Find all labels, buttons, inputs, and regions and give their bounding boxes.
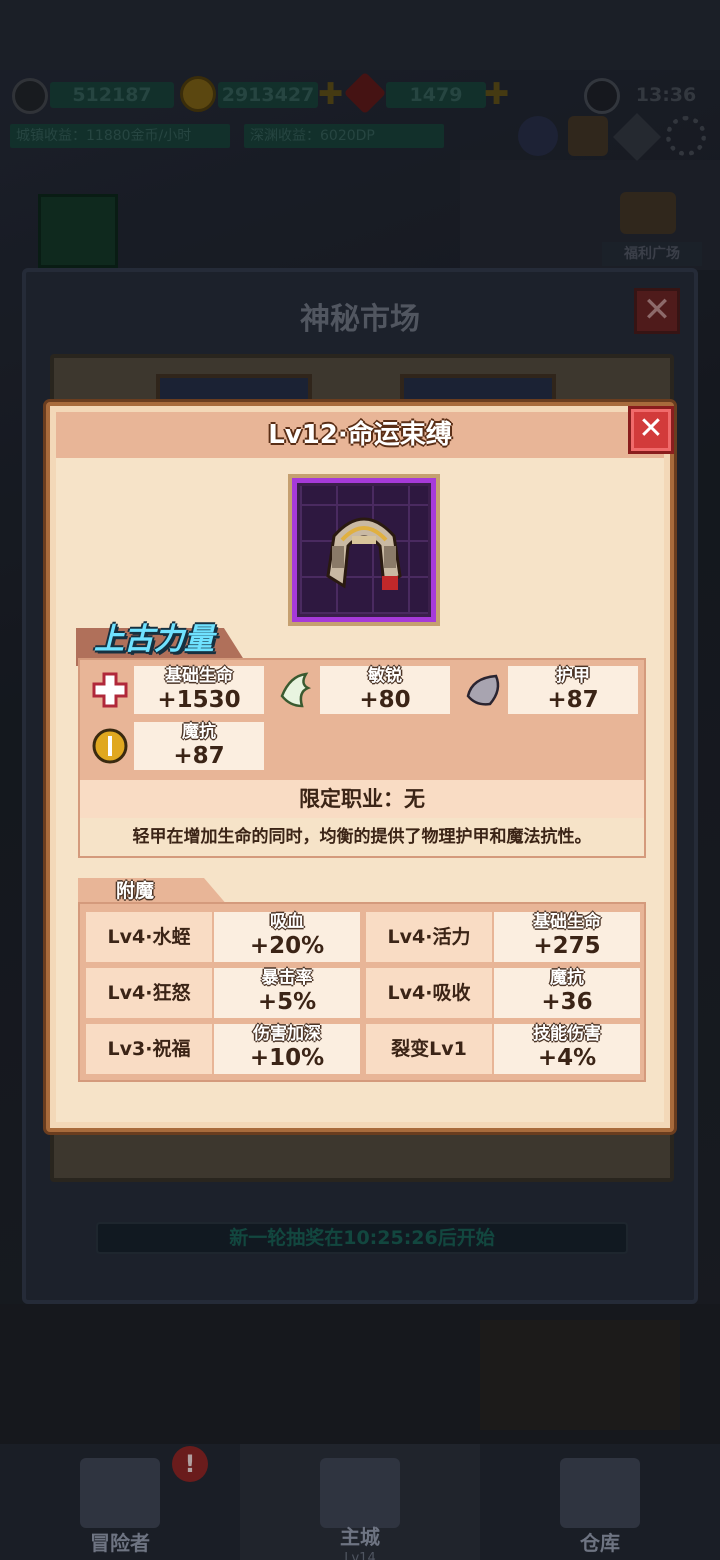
armor-icon [326, 517, 402, 590]
nav-main-city[interactable]: 主城 Lv14 [240, 1444, 480, 1560]
enchant-row: Lv4·狂怒 暴击率 +5% [86, 968, 362, 1018]
health-cross-icon [86, 666, 134, 714]
nav-main-city-label: 主城 [340, 1525, 380, 1549]
warehouse-icon [560, 1458, 640, 1528]
enchant-stat-cell: 暴击率 +5% [214, 968, 360, 1018]
enchant-box: Lv4·水蛭 吸血 +20% Lv4·活力 基础生命 +275 Lv4·狂怒 暴… [78, 902, 646, 1082]
popup-header: Lv12·命运束缚 [56, 412, 664, 458]
enchant-stat-value: +275 [533, 933, 601, 959]
stat-cell-magic-resist: 魔抗 +87 [134, 722, 264, 770]
enchant-stat-value: +10% [249, 1045, 325, 1071]
stat-name: 敏锐 [368, 666, 402, 686]
enchant-name: Lv4·水蛭 [86, 912, 212, 962]
item-tag: 上古力量 [94, 622, 214, 657]
enchant-stat-cell: 伤害加深 +10% [214, 1024, 360, 1074]
item-image-frame [288, 474, 440, 626]
enchant-stat-name: 基础生命 [533, 912, 601, 932]
armor-shield-icon [460, 666, 508, 714]
enchant-stat-name: 魔抗 [550, 968, 584, 988]
equipment-detail-popup: Lv12·命运束缚 ✕ 上古力量 基础生命 +1530 敏锐 +80 护甲 +8… [46, 402, 674, 1132]
enchant-name: Lv4·活力 [366, 912, 492, 962]
enchant-stat-cell: 技能伤害 +4% [494, 1024, 640, 1074]
enchant-stat-name: 吸血 [270, 912, 304, 932]
nav-main-city-level: Lv14 [344, 1551, 376, 1560]
enchant-name: Lv3·祝福 [86, 1024, 212, 1074]
enchant-name: Lv4·狂怒 [86, 968, 212, 1018]
enchant-stat-value: +36 [541, 989, 593, 1015]
enchant-stat-value: +5% [257, 989, 317, 1015]
enchant-stat-value: +4% [537, 1045, 597, 1071]
stat-value: +80 [359, 687, 411, 713]
enchant-row: Lv4·水蛭 吸血 +20% [86, 912, 362, 962]
enchant-stat-cell: 吸血 +20% [214, 912, 360, 962]
stat-value: +87 [173, 743, 225, 769]
item-description: 轻甲在增加生命的同时，均衡的提供了物理护甲和魔法抗性。 [80, 818, 644, 856]
enchant-name: 裂变Lv1 [366, 1024, 492, 1074]
stat-name: 护甲 [556, 666, 590, 686]
enchant-row: Lv3·祝福 伤害加深 +10% [86, 1024, 362, 1074]
item-title: Lv12·命运束缚 [268, 420, 452, 450]
bottom-nav: ! 冒险者 主城 Lv14 仓库 [0, 1444, 720, 1560]
popup-close-button[interactable]: ✕ [628, 406, 674, 454]
adventurer-helmet-icon [80, 1458, 160, 1528]
enchant-stat-name: 伤害加深 [253, 1024, 321, 1044]
castle-icon [320, 1458, 400, 1528]
enchant-row: Lv4·活力 基础生命 +275 [366, 912, 642, 962]
magic-resist-icon [86, 722, 134, 770]
stat-cell-armor: 护甲 +87 [508, 666, 638, 714]
enchant-label: 附魔 [116, 880, 155, 902]
nav-adventurer[interactable]: ! 冒险者 [0, 1444, 240, 1560]
alert-badge-icon: ! [172, 1446, 208, 1482]
stat-name: 基础生命 [165, 666, 233, 686]
enchant-stat-cell: 基础生命 +275 [494, 912, 640, 962]
enchant-row: 裂变Lv1 技能伤害 +4% [366, 1024, 642, 1074]
enchant-stat-name: 技能伤害 [533, 1024, 601, 1044]
stat-cell-agility: 敏锐 +80 [320, 666, 450, 714]
nav-adventurer-label: 冒险者 [90, 1531, 150, 1555]
enchant-stat-value: +20% [249, 933, 325, 959]
enchant-row: Lv4·吸收 魔抗 +36 [366, 968, 642, 1018]
wing-boot-icon [272, 666, 320, 714]
enchant-stat-name: 暴击率 [261, 968, 313, 988]
stats-box: 基础生命 +1530 敏锐 +80 护甲 +87 魔抗 +87 限定职业：无 轻… [78, 658, 646, 858]
enchant-stat-cell: 魔抗 +36 [494, 968, 640, 1018]
class-restriction: 限定职业：无 [80, 780, 644, 818]
enchant-name: Lv4·吸收 [366, 968, 492, 1018]
nav-warehouse-label: 仓库 [580, 1531, 620, 1555]
stat-name: 魔抗 [182, 722, 216, 742]
stat-value: +87 [547, 687, 599, 713]
stat-value: +1530 [157, 687, 241, 713]
nav-warehouse[interactable]: 仓库 [480, 1444, 720, 1560]
stat-cell-health: 基础生命 +1530 [134, 666, 264, 714]
